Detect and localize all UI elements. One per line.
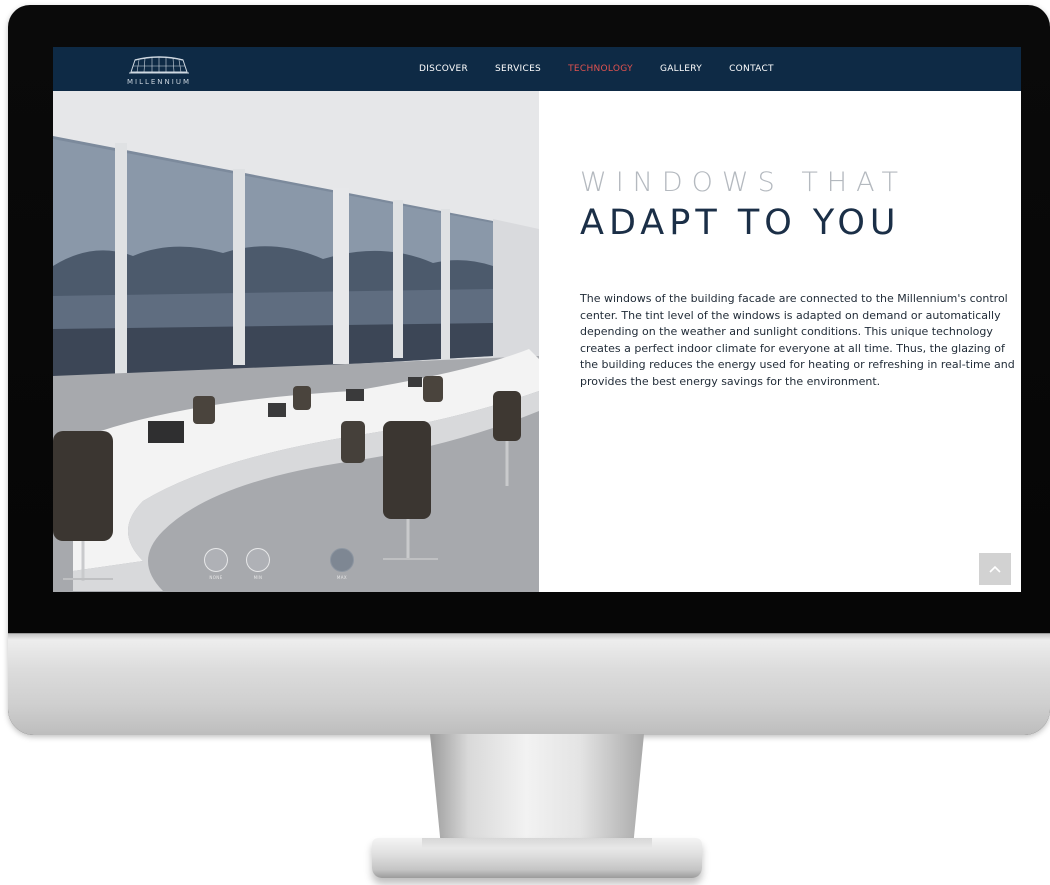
chevron-up-icon [989,565,1001,573]
tint-option-none[interactable]: NONE [203,548,229,588]
tint-option-max[interactable]: MAX [329,548,355,588]
scroll-to-top-button[interactable] [979,553,1011,585]
office-illustration [53,91,539,592]
tint-label: NONE [209,575,223,580]
tint-selector: NONE MIN MAX [203,548,363,588]
tint-circle [204,548,228,572]
stadium-logo-icon [129,56,189,74]
monitor-stand-base [372,838,702,878]
tint-label: MIN [253,575,263,580]
tint-label: MAX [336,575,348,580]
imac-monitor: MILLENNIUM DISCOVER SERVICES TECHNOLOGY … [8,5,1050,735]
monitor-chin [8,633,1050,735]
top-navbar: MILLENNIUM DISCOVER SERVICES TECHNOLOGY … [53,47,1021,91]
section-body-text: The windows of the building facade are c… [580,292,1015,388]
logo[interactable]: MILLENNIUM [119,52,199,88]
nav-menu: DISCOVER SERVICES TECHNOLOGY GALLERY CON… [419,47,774,91]
office-hero-image: NONE MIN MAX [53,91,539,592]
browser-viewport: MILLENNIUM DISCOVER SERVICES TECHNOLOGY … [53,47,1021,592]
section-title-line-2: ADAPT TO YOU [580,203,901,243]
tint-circle [246,548,270,572]
nav-item-services[interactable]: SERVICES [495,64,541,74]
nav-item-gallery[interactable]: GALLERY [660,64,702,74]
tint-circle [330,548,354,572]
content-panel: WINDOWS THAT ADAPT TO YOU The windows of… [539,91,1021,592]
section-title-line-1: WINDOWS THAT [580,167,907,198]
nav-item-contact[interactable]: CONTACT [729,64,774,74]
logo-text: MILLENNIUM [126,78,192,86]
nav-item-technology[interactable]: TECHNOLOGY [568,64,633,74]
tint-option-min[interactable]: MIN [245,548,271,588]
nav-item-discover[interactable]: DISCOVER [419,64,468,74]
monitor-stand-neck [430,734,644,844]
